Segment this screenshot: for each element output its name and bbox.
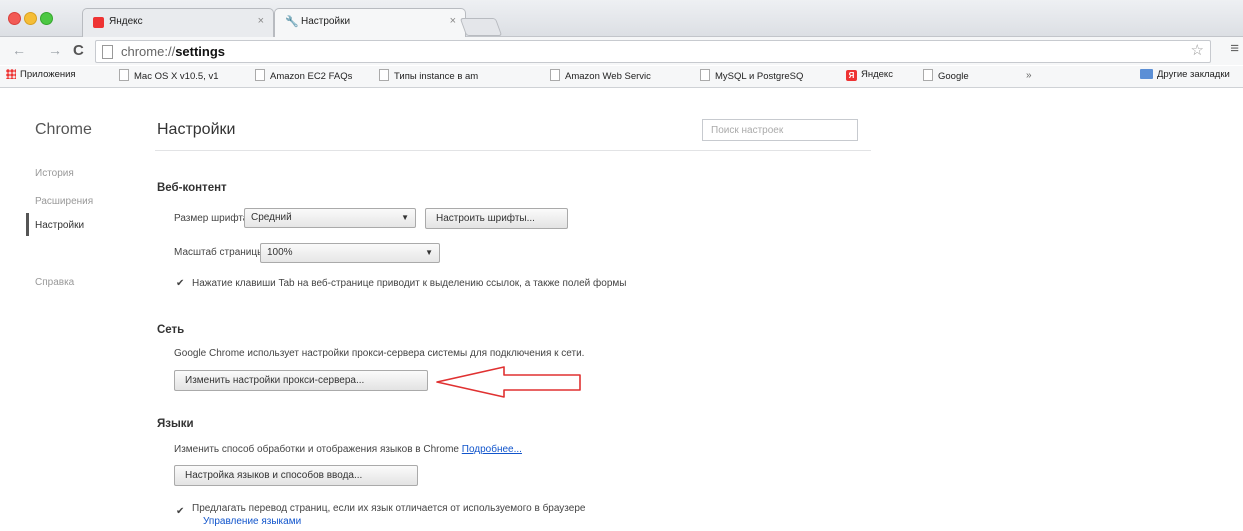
bookmark-apps[interactable]: Приложения — [6, 69, 76, 80]
change-proxy-settings-button[interactable]: Изменить настройки прокси-сервера... — [174, 370, 428, 391]
sidebar-item-extensions[interactable]: Расширения — [35, 196, 93, 207]
dropdown-arrow-icon: ▼ — [401, 213, 409, 222]
wrench-icon: 🔧 — [285, 16, 299, 28]
other-bookmarks-folder[interactable]: Другие закладки — [1140, 69, 1230, 80]
translate-checkbox[interactable]: ✔ — [176, 507, 186, 517]
page-title: Настройки — [157, 121, 236, 138]
folder-icon — [1140, 69, 1153, 79]
translate-label: Предлагать перевод страниц, если их язык… — [192, 503, 586, 514]
divider — [155, 150, 871, 151]
dropdown-arrow-icon: ▼ — [425, 248, 433, 257]
sidebar-item-help[interactable]: Справка — [35, 277, 74, 288]
forward-arrow-icon[interactable]: → — [48, 42, 62, 58]
page-icon — [255, 69, 265, 81]
tab-highlight-label: Нажатие клавиши Tab на веб-странице прив… — [192, 278, 627, 289]
bookmarks-bar: Приложения Mac OS X v10.5, v1 Amazon EC2… — [0, 66, 1243, 88]
sidebar-selected-marker — [26, 213, 29, 236]
bookmark-yandex[interactable]: Я Яндекс — [846, 69, 893, 81]
page-icon — [923, 69, 933, 81]
section-title-web-content: Веб-контент — [157, 182, 227, 194]
page-icon — [550, 69, 560, 81]
tab-yandex[interactable]: Яндекс × — [82, 8, 274, 37]
url-text: chrome://settings — [121, 44, 226, 59]
tab-bar: Яндекс × 🔧 Настройки × — [0, 0, 1243, 37]
languages-description: Изменить способ обработки и отображения … — [174, 444, 522, 455]
bookmark-item[interactable]: Google — [923, 69, 969, 82]
window-zoom-button[interactable] — [40, 12, 53, 25]
bookmark-item[interactable]: MySQL и PostgreSQ — [700, 69, 803, 82]
bookmark-item[interactable]: Amazon Web Servic — [550, 69, 651, 82]
customize-fonts-button[interactable]: Настроить шрифты... — [425, 208, 568, 229]
network-description: Google Chrome использует настройки прокс… — [174, 348, 585, 359]
tab-settings[interactable]: 🔧 Настройки × — [274, 8, 466, 37]
page-icon — [700, 69, 710, 81]
tab-title: Настройки — [301, 16, 351, 27]
font-size-label: Размер шрифта: — [174, 213, 252, 224]
annotation-arrow-icon — [436, 366, 581, 398]
bookmark-item[interactable]: Mac OS X v10.5, v1 — [119, 69, 218, 82]
sidebar-item-history[interactable]: История — [35, 168, 74, 179]
manage-languages-link[interactable]: Управление языками — [203, 516, 301, 527]
bookmark-star-icon[interactable]: ☆ — [1191, 41, 1204, 59]
apps-grid-icon — [6, 69, 16, 79]
section-title-languages: Языки — [157, 418, 194, 430]
sidebar-item-settings[interactable]: Настройки — [35, 220, 84, 231]
address-bar[interactable]: chrome://settings ☆ — [95, 40, 1211, 63]
language-input-settings-button[interactable]: Настройка языков и способов ввода... — [174, 465, 418, 486]
yandex-icon: Я — [846, 70, 857, 81]
chrome-menu-icon[interactable]: ≡ — [1230, 40, 1239, 57]
page-zoom-select[interactable]: 100% ▼ — [260, 243, 440, 263]
tab-close-icon[interactable]: × — [258, 15, 264, 27]
bookmark-item[interactable]: Типы instance в am — [379, 69, 478, 82]
window-close-button[interactable] — [8, 12, 21, 25]
toolbar: ← → C chrome://settings ☆ — [0, 37, 1243, 65]
new-tab-button[interactable] — [459, 18, 503, 36]
window-minimize-button[interactable] — [24, 12, 37, 25]
page-icon — [119, 69, 129, 81]
bookmarks-overflow-chevron-icon[interactable]: » — [1026, 70, 1032, 81]
yandex-favicon-icon — [93, 17, 104, 28]
tab-title: Яндекс — [109, 16, 143, 27]
reload-icon[interactable]: C — [73, 42, 84, 59]
bookmark-item[interactable]: Amazon EC2 FAQs — [255, 69, 352, 82]
tab-close-icon[interactable]: × — [450, 15, 456, 27]
page-icon — [379, 69, 389, 81]
page-icon — [102, 45, 113, 59]
learn-more-link[interactable]: Подробнее... — [462, 444, 522, 455]
section-title-network: Сеть — [157, 324, 185, 336]
sidebar-brand: Chrome — [35, 121, 92, 138]
page-zoom-value: 100% — [267, 247, 293, 258]
font-size-select[interactable]: Средний ▼ — [244, 208, 416, 228]
tab-highlight-checkbox[interactable]: ✔ — [176, 279, 186, 289]
font-size-value: Средний — [251, 212, 292, 223]
search-settings-input[interactable] — [702, 119, 858, 141]
page-zoom-label: Масштаб страницы: — [174, 247, 268, 258]
back-arrow-icon[interactable]: ← — [12, 42, 26, 58]
